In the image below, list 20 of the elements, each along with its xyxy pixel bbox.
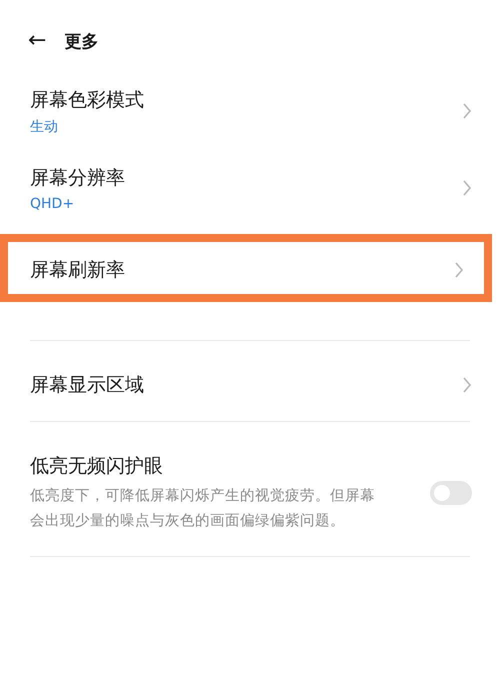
page-title: 更多 [64,30,98,52]
chevron-icon [462,102,472,120]
settings-row[interactable]: 屏幕刷新率 [0,234,492,302]
setting-value: 生动 [30,118,59,136]
setting-title: 屏幕刷新率 [30,258,126,283]
setting-title: 屏幕显示区域 [30,373,145,398]
setting-value: QHD+ [30,196,76,212]
settings-row[interactable]: 屏幕分辨率 QHD+ [0,158,500,218]
settings-row[interactable]: 屏幕显示区域 [0,365,500,405]
setting-description: 低亮度下，可降低屏幕闪烁产生的视觉疲劳。但屏幕会出现少量的噪点与灰色的画面偏绿偏紫问题。 [30,486,376,531]
setting-title: 屏幕色彩模式 [30,88,145,113]
toggle-switch[interactable] [430,481,472,505]
back-button[interactable]: ← [28,30,46,52]
chevron-icon [462,179,472,197]
setting-title: 低亮无频闪护眼 [30,454,164,479]
chevron-icon [462,376,472,394]
settings-row[interactable]: 屏幕色彩模式 生动 [0,80,500,142]
chevron-icon [454,261,464,279]
setting-title: 屏幕分辨率 [30,166,126,191]
settings-row[interactable]: 低亮无频闪护眼 低亮度下，可降低屏幕闪烁产生的视觉疲劳。但屏幕会出现少量的噪点与灰色的画面偏绿偏紫问题。 [0,446,500,540]
